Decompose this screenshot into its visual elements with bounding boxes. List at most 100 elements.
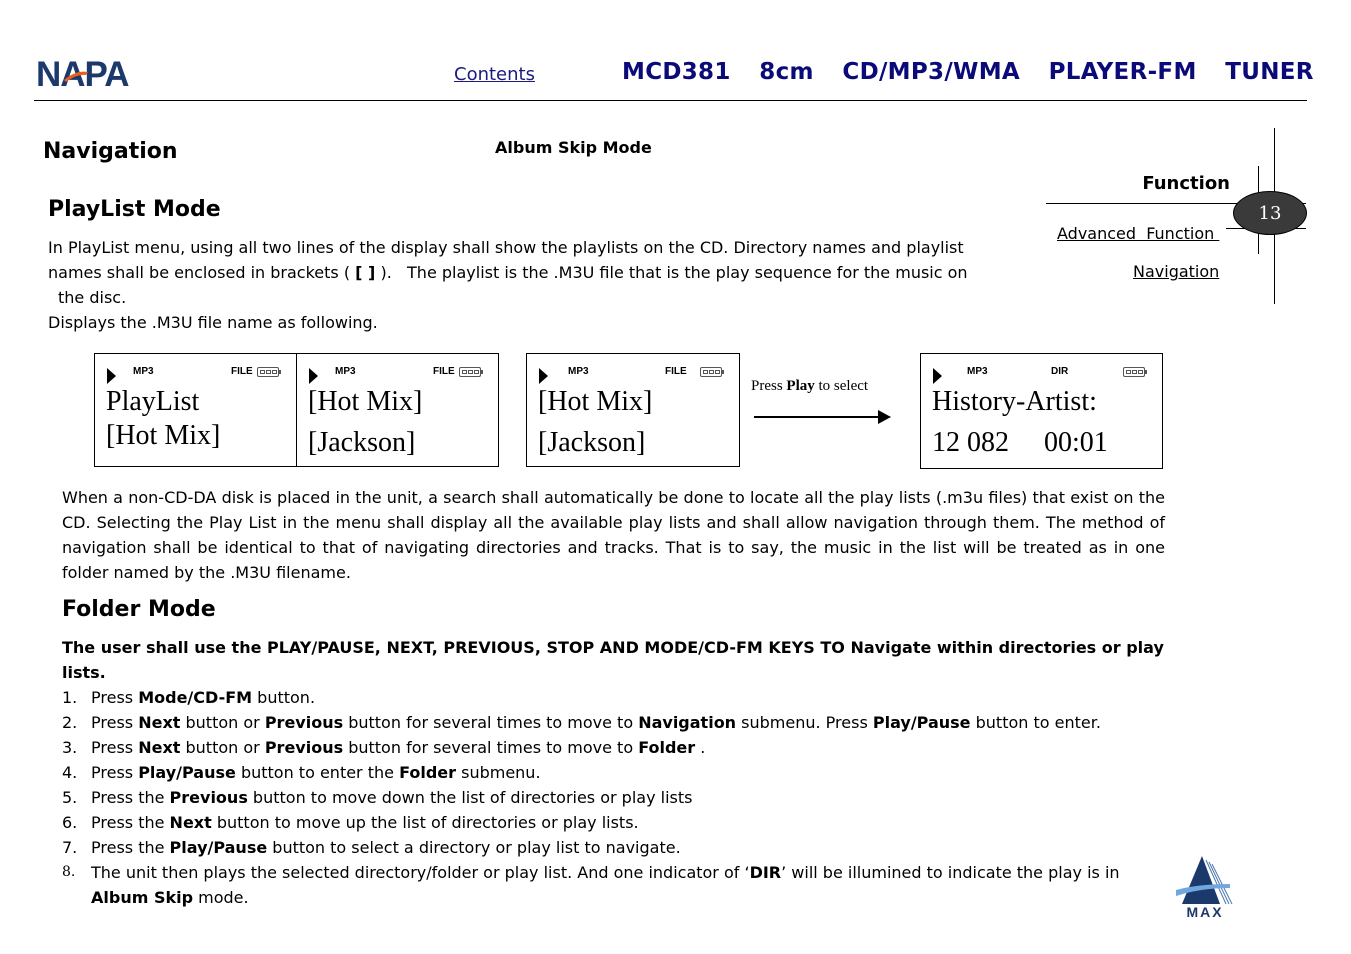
step-text-segment: button to select a directory or play lis… [267,838,681,857]
lcd-display-dir-playing: MP3 DIR History-Artist: 12 082 00:01 [920,353,1163,469]
step-text-segment: submenu. Press [736,713,873,732]
intro-text: ). The playlist is the .M3U file that is… [375,263,968,282]
battery-icon [459,367,483,377]
max-logo: MAX [1176,856,1233,920]
play-indicator-icon [539,368,548,384]
step-text-segment: Press the [91,838,170,857]
step-keyword: Mode/CD-FM [138,688,253,707]
step-item: 5. Press the Previous button to move down… [62,785,1165,810]
step-text: The unit then plays the selected directo… [91,860,1165,910]
lcd-line-1: History-Artist: [932,386,1097,417]
step-item: 6. Press the Next button to move up the l… [62,810,1165,835]
step-keyword: Previous [264,713,344,732]
step-text: Press the Play/Pause button to select a … [91,835,1165,860]
caption-text: to select [814,378,869,394]
step-keyword: Next [138,713,181,732]
arrow-right-icon [878,410,891,424]
lcd-line-1: PlayList [106,386,200,417]
contents-link[interactable]: Contents [454,64,535,85]
step-keyword: Previous [169,788,248,807]
step-text: Press Next button or Previous button for… [91,710,1165,735]
mode-indicator: FILE [231,366,253,377]
side-nav-link-navigation[interactable]: Navigation [1133,262,1219,281]
lcd-line-2: [Jackson] [308,427,416,458]
step-text-segment: . [695,738,706,757]
intro-text: names shall be enclosed in brackets ( [48,263,356,282]
step-number: 2. [62,713,78,732]
step-number: 4. [62,763,78,782]
step-item: 8. The unit then plays the selected direc… [62,860,1165,910]
step-text-segment: The unit then plays the selected directo… [91,863,750,882]
step-item: 1. Press Mode/CD-FM button. [62,685,1165,710]
step-text-segment: button for several times to move to [343,713,639,732]
playlist-intro-paragraph: In PlayList menu, using all two lines of… [48,235,1038,335]
caption-text: Press [751,378,787,394]
mode-indicator: FILE [433,366,455,377]
album-skip-mode-heading: Album Skip Mode [495,138,652,157]
play-indicator-icon [933,368,942,384]
step-text-segment: button to enter the [235,763,400,782]
press-play-caption: Press Play to select [751,378,868,395]
step-text-segment: Press [91,738,139,757]
mode-indicator: FILE [665,366,687,377]
folder-mode-heading: Folder Mode [62,597,216,622]
step-text-segment: button to move down the list of director… [247,788,693,807]
step-text-segment: button to enter. [970,713,1101,732]
lcd-display-hotmix-selected: MP3 FILE [Hot Mix] [Jackson] [526,353,740,467]
format-indicator: MP3 [568,366,589,377]
play-indicator-icon [309,368,318,384]
format-indicator: MP3 [967,366,988,377]
step-number: 6. [62,813,78,832]
step-number: 1. [62,688,78,707]
step-keyword: Play/Pause [872,713,971,732]
napa-logo: NAPA [36,56,130,90]
step-text-segment: Press the [91,813,170,832]
lcd-display-hotmix: MP3 FILE [Hot Mix] [Jackson] [296,353,499,467]
step-text-segment: mode. [193,888,249,907]
step-keyword: Folder [399,763,457,782]
arrow-icon-shaft [754,416,880,418]
step-text-segment: button or [180,738,265,757]
lcd-line-1: [Hot Mix] [308,386,423,417]
folder-mode-intro: The user shall use the PLAY/PAUSE, NEXT,… [62,638,1164,682]
intro-line: names shall be enclosed in brackets ( [ … [48,260,1038,285]
step-text-segment: button to move up the list of directorie… [211,813,639,832]
step-keyword: DIR [749,863,782,882]
mode-indicator: DIR [1051,366,1069,377]
format-indicator: MP3 [335,366,356,377]
brackets-symbol: [ ] [355,263,376,282]
step-text: Press Play/Pause button to enter the Fol… [91,760,1165,785]
step-text: Press Mode/CD-FM button. [91,685,1165,710]
step-text-segment: Press the [91,788,170,807]
intro-line: In PlayList menu, using all two lines of… [48,238,964,257]
step-number: 8. [62,864,76,880]
step-item: 4. Press Play/Pause button to enter the F… [62,760,1165,785]
step-text-segment: button or [180,713,265,732]
step-text-segment: button for several times to move to [343,738,639,757]
folder-mode-steps: 1. Press Mode/CD-FM button. 2. Press Next b… [62,685,1165,910]
step-keyword: Album Skip [91,888,194,907]
step-text: Press Next button or Previous button for… [91,735,1165,760]
document-title: MCD381 8cm CD/MP3/WMA PLAYER-FM TUNER [622,59,1314,85]
header-divider [34,100,1307,101]
step-text-segment: Press [91,688,139,707]
intro-line: Displays the .M3U file name as following… [48,313,378,332]
navigation-heading: Navigation [43,139,178,164]
step-number: 7. [62,838,78,857]
lcd-line-2: 12 082 00:01 [932,427,1108,458]
step-item: 2. Press Next button or Previous button f… [62,710,1165,735]
battery-icon [1123,367,1147,377]
playlist-mode-heading: PlayList Mode [48,197,221,222]
format-indicator: MP3 [133,366,154,377]
battery-icon [257,367,281,377]
step-keyword: Next [138,738,181,757]
step-text-segment: button. [252,688,316,707]
search-paragraph: When a non-CD-DA disk is placed in the u… [62,488,1165,582]
lcd-display-playlist: MP3 FILE PlayList [Hot Mix] [94,353,297,467]
side-nav-link-advanced-function[interactable]: Advanced Function [1057,224,1219,243]
step-keyword: Folder [638,738,696,757]
battery-icon [700,367,724,377]
step-item: 3. Press Next button or Previous button f… [62,735,1165,760]
step-number: 5. [62,788,78,807]
step-text-segment: submenu. [456,763,541,782]
